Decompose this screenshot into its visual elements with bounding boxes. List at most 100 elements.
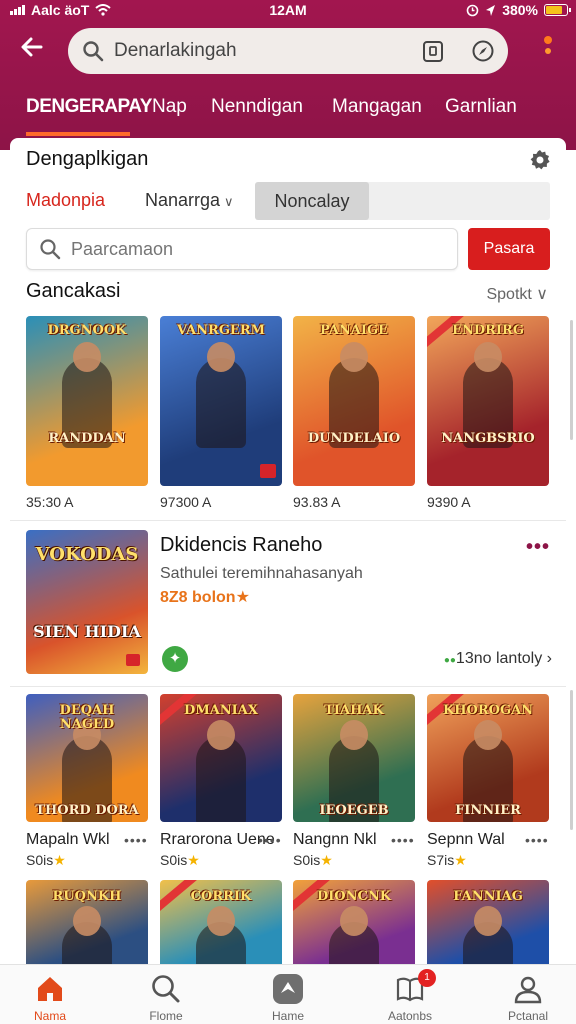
- featured-price-value: 8Z8 bolon: [160, 589, 236, 606]
- featured-price: 8Z8 bolon★: [160, 587, 250, 607]
- game-rating-value: S0is: [293, 852, 321, 868]
- game-title[interactable]: Nangnn Nkl: [293, 831, 377, 849]
- star-icon: ★: [53, 852, 66, 868]
- featured-game-art[interactable]: VOKODAS SIEN HIDIA: [26, 530, 148, 674]
- featured-link-label: 13no lantoly: [455, 650, 543, 667]
- tab-gaming[interactable]: Garnlian: [445, 96, 517, 118]
- game-price: 97300 A: [160, 494, 212, 510]
- game-logo: RUQNKH: [52, 889, 122, 904]
- content-search-input[interactable]: [71, 238, 431, 260]
- game-tile[interactable]: TIAHAK IEOEGEB: [293, 694, 415, 822]
- nav-home[interactable]: Nama: [0, 965, 100, 1024]
- filter-active[interactable]: Madonpia: [26, 190, 105, 211]
- character-head: [340, 720, 368, 750]
- character-head: [474, 906, 502, 936]
- divider: [10, 520, 566, 521]
- search-submit-button[interactable]: Pasara: [468, 228, 550, 270]
- more-options-icon[interactable]: •••: [526, 536, 550, 559]
- nav-games[interactable]: Hame: [238, 965, 338, 1024]
- game-rating-value: S0is: [26, 852, 54, 868]
- notification-badge: 1: [418, 969, 436, 987]
- back-button[interactable]: [14, 34, 50, 68]
- game-tile[interactable]: RUQNKH: [26, 880, 148, 968]
- game-tile[interactable]: CORRIK: [160, 880, 282, 968]
- top-search-input[interactable]: [114, 40, 404, 62]
- segment-control[interactable]: Noncalay: [255, 182, 550, 220]
- featured-link[interactable]: ●●13no lantoly ›: [444, 650, 552, 668]
- featured-art-logo: SIEN HIDIA: [33, 622, 141, 641]
- scrollbar[interactable]: [570, 690, 573, 830]
- section-title: Gancakasi: [26, 280, 121, 302]
- nav-label: Flome: [149, 1009, 183, 1023]
- nav-profile[interactable]: Pctanal: [478, 965, 576, 1024]
- more-options-icon[interactable]: [540, 36, 556, 64]
- nav-label: Hame: [271, 1009, 304, 1023]
- search-icon: [152, 975, 180, 1003]
- compass-icon[interactable]: [470, 38, 496, 64]
- home-icon: [38, 977, 62, 1001]
- star-icon: ★: [187, 852, 200, 868]
- character-head: [474, 720, 502, 750]
- battery-icon: [544, 4, 571, 16]
- tab-manga[interactable]: Mangagan: [332, 96, 422, 118]
- age-rating-badge: [126, 654, 140, 666]
- more-options-icon[interactable]: ••••: [391, 832, 415, 848]
- game-tile[interactable]: DMANIAX: [160, 694, 282, 822]
- alarm-icon: [466, 4, 479, 16]
- game-logo-subtitle: IEOEGEB: [319, 803, 389, 818]
- active-tab-indicator: [26, 132, 130, 136]
- game-logo: FANNIAG: [453, 889, 523, 904]
- game-price: 9390 A: [427, 494, 471, 510]
- game-logo: ENDRIRG: [452, 323, 524, 338]
- game-tile[interactable]: ENDRIRG NANGBSRIO: [427, 316, 549, 486]
- divider: [10, 686, 566, 687]
- app-header: Aalc äoT 12AM 380% Denarlakingah DENGERA…: [0, 0, 576, 150]
- nav-label: Aatonbs: [387, 1009, 433, 1023]
- tab-featured[interactable]: DENGERAPAY: [26, 96, 152, 118]
- game-title[interactable]: Mapaln Wkl: [26, 831, 110, 849]
- game-tile[interactable]: DEQAH NAGED THORD DORA: [26, 694, 148, 822]
- card-title: Dengaplkigan: [26, 148, 149, 170]
- game-tile[interactable]: FANNIAG: [427, 880, 549, 968]
- sort-dropdown[interactable]: Spotkt ∨: [486, 284, 548, 304]
- tab-recommended[interactable]: Nenndigan: [211, 96, 303, 118]
- game-tile[interactable]: KHOROGAN FINNIER: [427, 694, 549, 822]
- more-options-icon[interactable]: ••••: [258, 832, 282, 848]
- game-tile[interactable]: DIONCNK: [293, 880, 415, 968]
- character-head: [340, 906, 368, 936]
- segment-selected[interactable]: Noncalay: [255, 182, 369, 220]
- sort-label: Spotkt: [486, 286, 532, 303]
- content-card: Dengaplkigan Madonpia Nanarrga ∨ Noncalay…: [10, 138, 566, 968]
- game-logo-subtitle: RANDDAN: [48, 431, 126, 446]
- search-icon: [40, 239, 61, 260]
- nav-library[interactable]: 1 Aatonbs: [360, 965, 460, 1024]
- filter-dropdown[interactable]: Nanarrga ∨: [145, 190, 234, 211]
- clipboard-icon[interactable]: [420, 38, 446, 64]
- game-rating: S0is★: [293, 852, 333, 869]
- more-options-icon[interactable]: ••••: [124, 832, 148, 848]
- game-rating: S0is★: [26, 852, 66, 869]
- game-rating: S7is★: [427, 852, 467, 869]
- character-head: [73, 906, 101, 936]
- chevron-down-icon: ∨: [536, 286, 548, 303]
- featured-title[interactable]: Dkidencis Raneho: [160, 534, 322, 557]
- star-icon: ★: [454, 852, 467, 868]
- game-tile[interactable]: VANRGERM: [160, 316, 282, 486]
- featured-subtitle: Sathulei teremihnahasanyah: [160, 565, 363, 582]
- game-rating-value: S7is: [427, 852, 455, 868]
- nav-search[interactable]: Flome: [116, 965, 216, 1024]
- game-tile[interactable]: PANAIGE DUNDELAIO: [293, 316, 415, 486]
- game-logo-subtitle: THORD DORA: [35, 803, 139, 818]
- game-price: 93.83 A: [293, 494, 341, 510]
- tab-nap[interactable]: Nap: [152, 96, 187, 118]
- more-options-icon[interactable]: ••••: [525, 832, 549, 848]
- game-tile[interactable]: DRGNOOK RANDDAN: [26, 316, 148, 486]
- gear-icon[interactable]: [528, 148, 552, 172]
- game-logo: DIONCNK: [316, 889, 392, 904]
- content-search-box[interactable]: [26, 228, 458, 270]
- character-head: [474, 342, 502, 372]
- scrollbar[interactable]: [570, 320, 573, 440]
- game-title[interactable]: Sepnn Wal: [427, 831, 505, 849]
- top-search-bar[interactable]: [68, 28, 508, 74]
- bottom-navigation: Nama Flome Hame 1 Aatonbs Pctanal: [0, 964, 576, 1024]
